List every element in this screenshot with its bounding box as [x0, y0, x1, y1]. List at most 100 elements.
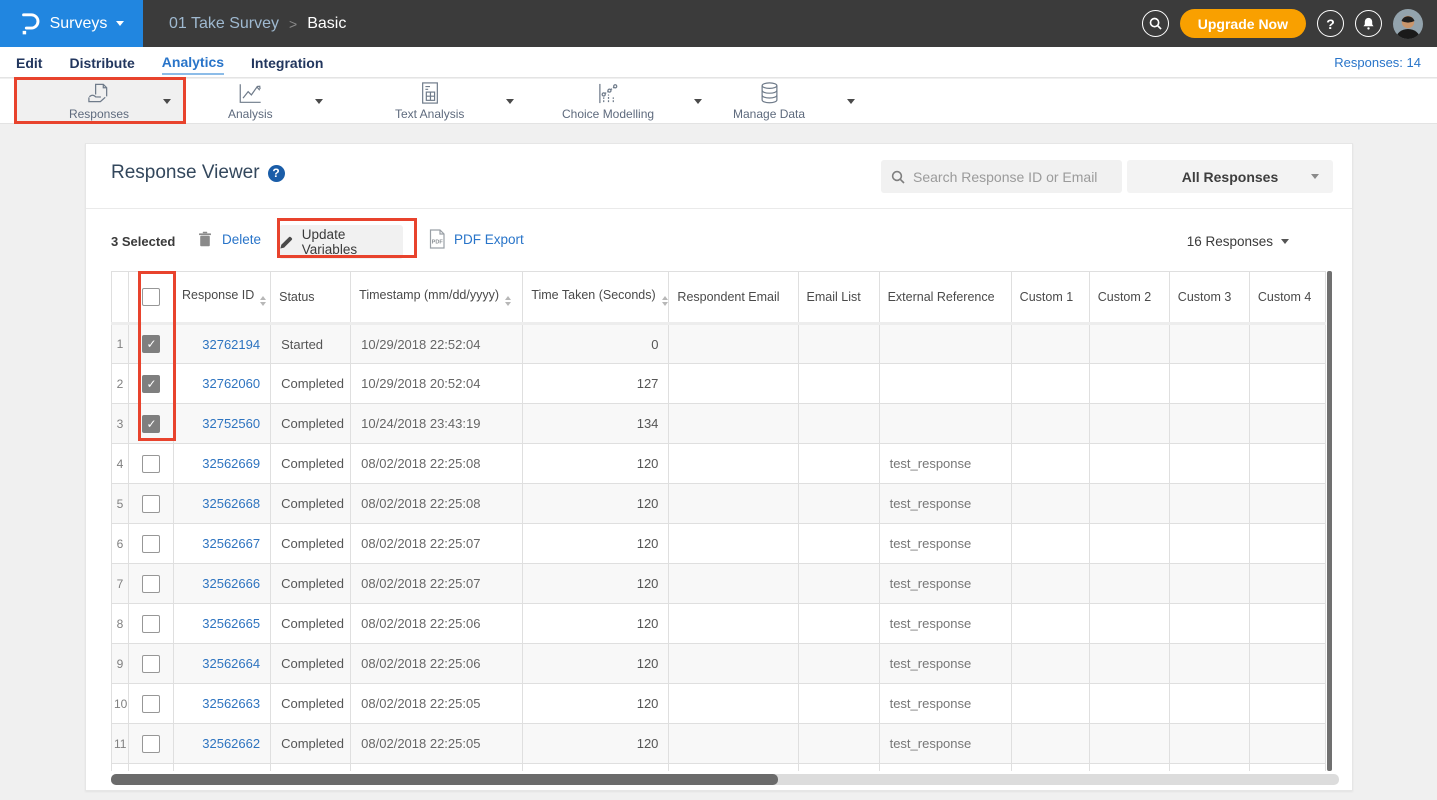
row-checkbox[interactable] [142, 455, 160, 473]
table-row: 9 32562664 Completed 08/02/2018 22:25:06… [112, 644, 1326, 684]
table-actions-bar: 3 Selected Delete Update Variables PDF P… [86, 222, 1352, 262]
custom-3-cell [1169, 484, 1249, 524]
help-button[interactable]: ? [1317, 10, 1344, 37]
row-checkbox[interactable] [142, 575, 160, 593]
table-header-row: Response ID Status Timestamp (mm/dd/yyyy… [112, 272, 1326, 324]
page-title: Response Viewer [111, 162, 260, 184]
avatar[interactable] [1393, 9, 1423, 39]
update-variables-label: Update Variables [302, 227, 403, 257]
time-taken-cell: 0 [523, 324, 669, 364]
row-checkbox[interactable] [142, 495, 160, 513]
horizontal-scrollbar-track[interactable] [111, 774, 1339, 785]
response-id-link[interactable]: 32762060 [174, 364, 271, 404]
chevron-down-icon[interactable] [694, 99, 702, 104]
row-checkbox-cell [129, 324, 174, 364]
update-variables-button[interactable]: Update Variables [279, 225, 403, 259]
table-row: 2 32762060 Completed 10/29/2018 20:52:04… [112, 364, 1326, 404]
ribbon-label-analysis: Analysis [228, 107, 273, 121]
chevron-down-icon[interactable] [847, 99, 855, 104]
response-id-link[interactable]: 32562669 [174, 444, 271, 484]
custom-2-cell [1089, 484, 1169, 524]
respondent-email-cell [669, 524, 798, 564]
row-number: 1 [112, 324, 129, 364]
chevron-down-icon[interactable] [506, 99, 514, 104]
response-id-link[interactable]: 32562665 [174, 604, 271, 644]
response-id-link[interactable]: 32752560 [174, 404, 271, 444]
external-reference-cell [879, 764, 1011, 772]
response-id-link[interactable]: 32562666 [174, 564, 271, 604]
row-checkbox[interactable] [142, 695, 160, 713]
row-number: 10 [112, 684, 129, 724]
sort-icon[interactable] [260, 296, 266, 307]
header-custom-1: Custom 1 [1011, 272, 1089, 324]
row-checkbox[interactable] [142, 615, 160, 633]
pdf-export-button[interactable]: PDF PDF Export [428, 229, 524, 249]
response-id-link[interactable]: 32562663 [174, 684, 271, 724]
email-list-cell [798, 484, 879, 524]
ribbon-item-manage-data[interactable]: Manage Data [733, 79, 855, 123]
external-reference-cell: test_response [879, 724, 1011, 764]
response-id-link[interactable]: 32562668 [174, 484, 271, 524]
nav-item-integration[interactable]: Integration [251, 50, 323, 74]
response-id-link[interactable]: 32762194 [174, 324, 271, 364]
sort-icon[interactable] [505, 296, 511, 307]
filter-value: All Responses [1182, 169, 1278, 185]
search-input[interactable] [913, 169, 1103, 185]
header-timestamp[interactable]: Timestamp (mm/dd/yyyy) [351, 272, 523, 324]
row-checkbox-cell [129, 444, 174, 484]
status-cell [271, 764, 351, 772]
ribbon-item-analysis[interactable]: Analysis [228, 79, 323, 123]
search-button[interactable] [1142, 10, 1169, 37]
response-id-link[interactable]: 32562662 [174, 724, 271, 764]
nav-item-edit[interactable]: Edit [16, 50, 42, 74]
external-reference-cell: test_response [879, 524, 1011, 564]
header-time-taken[interactable]: Time Taken (Seconds) [523, 272, 669, 324]
chevron-down-icon[interactable] [315, 99, 323, 104]
row-checkbox[interactable] [142, 335, 160, 353]
row-checkbox[interactable] [142, 375, 160, 393]
response-id-link[interactable]: 32562667 [174, 524, 271, 564]
custom-1-cell [1011, 524, 1089, 564]
status-cell: Completed [271, 484, 351, 524]
response-filter-dropdown[interactable]: All Responses [1127, 160, 1333, 193]
timestamp-cell: 08/02/2018 22:25:08 [351, 484, 523, 524]
nav-item-distribute[interactable]: Distribute [69, 50, 134, 74]
title-help-icon[interactable]: ? [268, 165, 285, 182]
ribbon-item-responses[interactable]: Responses [14, 79, 184, 123]
nav-item-analytics[interactable]: Analytics [162, 49, 224, 75]
header-email-list: Email List [798, 272, 879, 324]
row-checkbox-cell [129, 604, 174, 644]
breadcrumb-survey-name[interactable]: 01 Take Survey [169, 15, 279, 33]
row-checkbox-cell [129, 724, 174, 764]
row-checkbox[interactable] [142, 655, 160, 673]
vertical-scrollbar[interactable] [1327, 271, 1332, 771]
time-taken-cell [523, 764, 669, 772]
response-id-link[interactable]: 32562664 [174, 644, 271, 684]
ribbon-item-choice-modelling[interactable]: Choice Modelling [562, 79, 702, 123]
ribbon-label-responses: Responses [69, 107, 129, 121]
status-cell: Completed [271, 724, 351, 764]
brand-surveys-menu[interactable]: Surveys [0, 0, 143, 47]
status-cell: Completed [271, 364, 351, 404]
chevron-down-icon[interactable] [163, 99, 171, 104]
row-checkbox[interactable] [142, 535, 160, 553]
table-row: 5 32562668 Completed 08/02/2018 22:25:08… [112, 484, 1326, 524]
row-checkbox[interactable] [142, 415, 160, 433]
notifications-button[interactable] [1355, 10, 1382, 37]
responses-per-page-dropdown[interactable]: 16 Responses [1187, 234, 1289, 249]
response-id-link[interactable] [174, 764, 271, 772]
horizontal-scrollbar-thumb[interactable] [111, 774, 778, 785]
row-checkbox[interactable] [142, 735, 160, 753]
upgrade-now-button[interactable]: Upgrade Now [1180, 9, 1306, 38]
header-response-id[interactable]: Response ID [174, 272, 271, 324]
row-number: 11 [112, 724, 129, 764]
delete-button[interactable]: Delete [198, 231, 261, 247]
table-row: 1 32762194 Started 10/29/2018 22:52:04 0 [112, 324, 1326, 364]
custom-4-cell [1249, 684, 1325, 724]
select-all-checkbox[interactable] [142, 288, 160, 306]
row-checkbox-cell [129, 404, 174, 444]
trash-icon [198, 231, 212, 247]
status-cell: Completed [271, 564, 351, 604]
sort-icon[interactable] [662, 296, 668, 307]
ribbon-item-text-analysis[interactable]: Text Analysis [395, 79, 514, 123]
